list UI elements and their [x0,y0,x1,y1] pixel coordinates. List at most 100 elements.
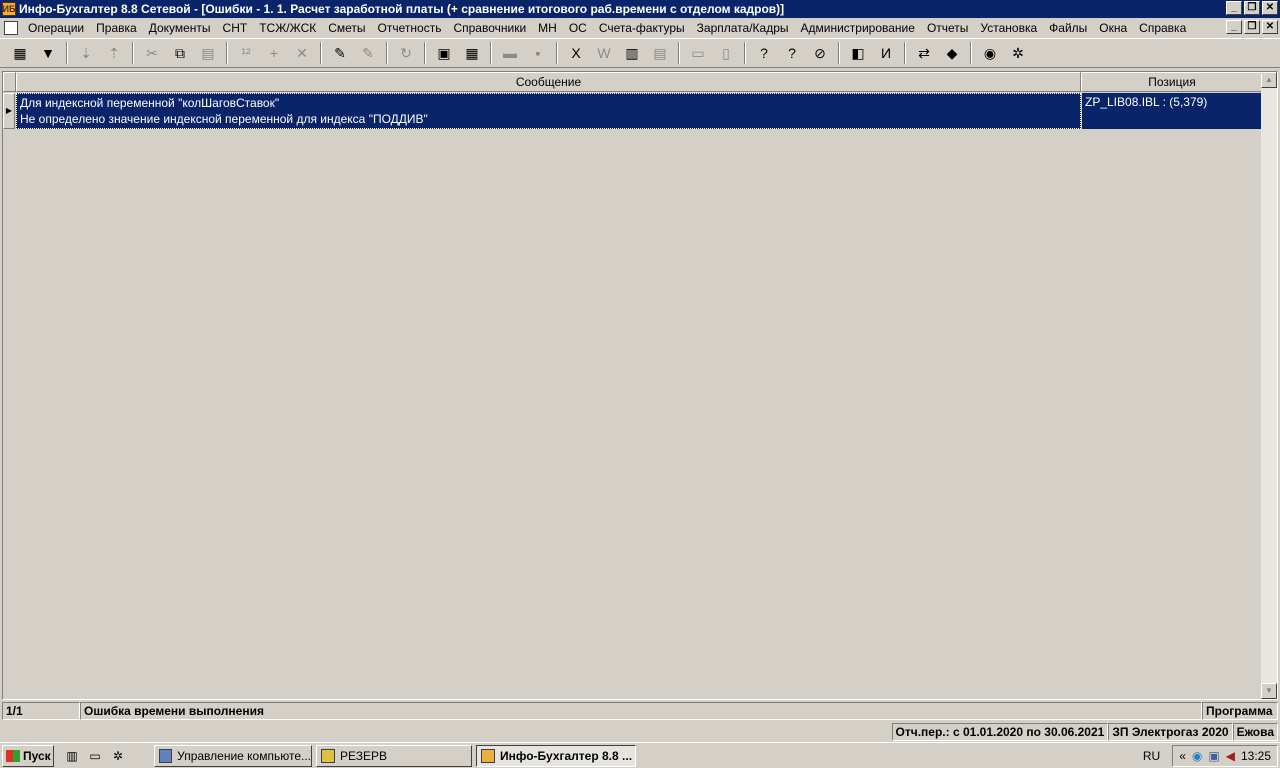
calendar-icon[interactable]: ▣ [432,41,456,65]
tray-app-icon[interactable]: ◉ [1192,749,1202,763]
notification-area: « ◉ ▣ ◀ 13:25 [1172,745,1278,767]
mdi-close-button[interactable]: ✕ [1262,20,1278,34]
message-cell[interactable]: Для индексной переменной "колШаговСтавок… [16,93,1081,129]
window-title: Инфо-Бухгалтер 8.8 Сетевой - [Ошибки - 1… [19,2,785,16]
column-header-message[interactable]: Сообщение [16,72,1081,92]
filter-icon[interactable]: ▼ [36,41,60,65]
toolbar-separator [132,42,134,64]
word-icon[interactable]: W [592,41,616,65]
table-row[interactable]: ▶ Для индексной переменной "колШаговСтав… [3,93,1263,129]
abc-icon[interactable]: ¹² [234,41,258,65]
calculator-icon[interactable]: ▦ [460,41,484,65]
menu-item-5[interactable]: Сметы [322,21,371,35]
compass-icon[interactable]: ⊘ [808,41,832,65]
column-header-position[interactable]: Позиция [1081,72,1263,92]
toolbar-separator [904,42,906,64]
scroll-down-icon[interactable]: ▼ [1261,683,1277,699]
tools-icon[interactable]: ✲ [1006,41,1030,65]
cut-icon[interactable]: ✂ [140,41,164,65]
show-desktop-icon[interactable]: ▭ [85,747,105,765]
toolbar-separator [838,42,840,64]
tray-network-icon[interactable]: ▣ [1208,749,1219,763]
clock[interactable]: 13:25 [1241,749,1271,763]
message-line-2: Не определено значение индексной перемен… [20,112,428,126]
sort-asc-icon[interactable]: ⇣ [74,41,98,65]
database-label: ЗП Электрогаз 2020 [1108,723,1233,741]
menu-item-4[interactable]: ТСЖ/ЖСК [253,21,322,35]
task-info-buhgalter[interactable]: Инфо-Бухгалтер 8.8 ... [476,744,636,767]
menu-item-2[interactable]: Документы [143,21,217,35]
start-label: Пуск [23,748,51,763]
task-reserv[interactable]: РЕЗЕРВ [316,744,472,767]
save-icon[interactable]: ▪ [526,41,550,65]
close-button[interactable]: ✕ [1262,1,1278,15]
web-icon[interactable]: ◉ [978,41,1002,65]
menu-item-0[interactable]: Операции [22,21,90,35]
menu-item-17[interactable]: Справка [1133,21,1192,35]
restore-button[interactable]: ❐ [1244,1,1260,15]
support-icon[interactable]: ◆ [940,41,964,65]
unmark-icon[interactable]: ✎ [356,41,380,65]
task-label: Инфо-Бухгалтер 8.8 ... [500,748,633,763]
task-label: Управление компьюте... [177,748,311,763]
menu-item-13[interactable]: Отчеты [921,21,974,35]
delete-icon[interactable]: ✕ [290,41,314,65]
scroll-up-icon[interactable]: ▲ [1261,72,1277,88]
help-icon[interactable]: ? [752,41,776,65]
menu-bar: Операции Правка Документы СНТ ТСЖ/ЖСК Сметы От… [0,18,1280,38]
task-computer-management[interactable]: Управление компьюте... [154,744,312,767]
menu-item-16[interactable]: Окна [1093,21,1133,35]
menu-item-11[interactable]: Зарплата/Кадры [691,21,795,35]
tray-volume-icon[interactable]: ◀ [1226,749,1235,763]
mdi-restore-button[interactable]: ❐ [1244,20,1260,34]
preview-icon[interactable]: ▯ [714,41,738,65]
refresh-icon[interactable]: ↻ [394,41,418,65]
menu-item-8[interactable]: МН [532,21,563,35]
menu-item-12[interactable]: Администрирование [795,21,921,35]
menu-item-10[interactable]: Счета-фактуры [593,21,691,35]
context-help-icon[interactable]: ? [780,41,804,65]
app-status-bar: Отч.пер.: с 01.01.2020 по 30.06.2021 ЗП … [0,722,1280,742]
mark-icon[interactable]: ✎ [328,41,352,65]
import-icon[interactable]: ▤ [648,41,672,65]
copy-icon[interactable]: ⧉ [168,41,192,65]
sort-desc-icon[interactable]: ⇡ [102,41,126,65]
start-button[interactable]: Пуск [2,744,54,767]
taskbar: Пуск ▥ ▭ ✲ Управление компьюте... РЕЗЕРВ… [0,742,1280,768]
vertical-scrollbar[interactable]: ▲ ▼ [1261,72,1277,699]
title-bar: ИБ Инфо-Бухгалтер 8.8 Сетевой - [Ошибки … [0,0,1280,18]
mdi-system-icon[interactable] [4,21,18,35]
menu-item-15[interactable]: Файлы [1043,21,1093,35]
excel-icon[interactable]: X [564,41,588,65]
menu-item-1[interactable]: Правка [90,21,143,35]
menu-item-9[interactable]: ОС [563,21,593,35]
add-icon[interactable]: + [262,41,286,65]
paste-icon[interactable]: ▤ [196,41,220,65]
network-icon[interactable]: ✲ [108,747,128,765]
ib10-icon[interactable]: И [874,41,898,65]
server-manager-icon[interactable]: ▥ [62,747,82,765]
position-cell[interactable]: ZP_LIB08.IBL : (5,379) [1081,93,1263,129]
menu-item-6[interactable]: Отчетность [372,21,448,35]
toolbar-separator [226,42,228,64]
teamviewer-icon[interactable]: ⇄ [912,41,936,65]
table-view-icon[interactable]: ▦ [8,41,32,65]
tray-expand-icon[interactable]: « [1179,749,1186,763]
menu-item-14[interactable]: Установка [974,21,1043,35]
toolbar-separator [320,42,322,64]
mdi-window-controls: _ ❐ ✕ [1226,20,1278,34]
toolbar-separator [66,42,68,64]
folder-icon [321,748,335,763]
program-icon[interactable]: ◧ [846,41,870,65]
minimize-button[interactable]: _ [1226,1,1242,15]
menu-item-7[interactable]: Справочники [447,21,532,35]
period-label: Отч.пер.: с 01.01.2020 по 30.06.2021 [891,723,1109,741]
mdi-minimize-button[interactable]: _ [1226,20,1242,34]
row-pointer-icon: ▶ [3,93,15,129]
open-folder-icon[interactable]: ▬ [498,41,522,65]
export-icon[interactable]: ▥ [620,41,644,65]
print-icon[interactable]: ▭ [686,41,710,65]
language-indicator[interactable]: RU [1143,749,1160,763]
menu-item-3[interactable]: СНТ [217,21,254,35]
message-line-1: Для индексной переменной "колШаговСтавок… [20,96,280,110]
